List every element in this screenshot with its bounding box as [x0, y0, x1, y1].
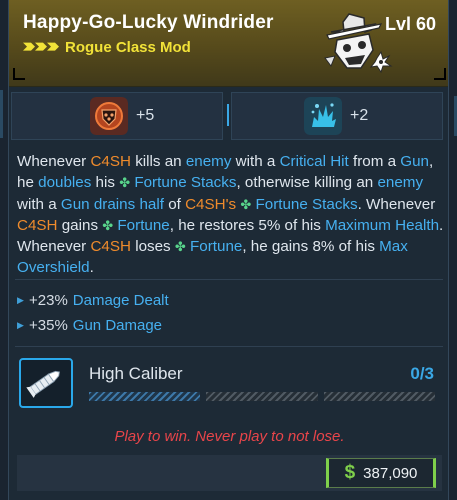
bonus-value: +23% — [29, 292, 68, 309]
item-name: Happy-Go-Lucky Windrider — [23, 12, 274, 33]
desc-keyword-fortune: Fortune — [117, 216, 170, 234]
divider — [15, 279, 443, 280]
desc-keyword-c4sh: C4SH — [90, 153, 131, 170]
item-type: Rogue Class Mod — [65, 39, 191, 56]
item-description: Whenever C4SH kills an enemy with a Crit… — [17, 151, 445, 279]
desc-text: from a — [348, 153, 401, 170]
bonus-value: +35% — [29, 317, 68, 334]
stat-slot-2[interactable]: +2 — [231, 92, 443, 140]
bonus-name: Damage Dealt — [72, 292, 169, 309]
stat-separator — [227, 104, 229, 126]
fortune-clover-icon: ✤ — [240, 196, 252, 212]
flavor-text: Play to win. Never play to not lose. — [114, 428, 345, 445]
desc-keyword-fortune: Fortune — [190, 238, 243, 256]
header-corner-right — [434, 68, 446, 80]
desc-text: with a — [17, 195, 61, 213]
skill-point-bar — [323, 392, 435, 401]
item-header: Happy-Go-Lucky Windrider Lvl 60 Rogue Cl… — [9, 0, 448, 87]
splash-burst-icon — [304, 97, 342, 135]
skill-slot[interactable] — [19, 358, 73, 408]
desc-keyword-gun: Gun — [60, 195, 90, 213]
desc-text: his — [91, 174, 120, 192]
price-box: $ 387,090 — [326, 458, 436, 488]
skill-name: High Caliber — [89, 364, 183, 383]
desc-keyword-half: half — [139, 195, 164, 213]
desc-keyword-c4sh: C4SH — [17, 216, 58, 234]
bonus-item: ▶ +23% Damage Dealt — [17, 288, 437, 313]
bonus-list: ▶ +23% Damage Dealt ▶ +35% Gun Damage — [17, 288, 437, 338]
currency-icon: $ — [344, 462, 356, 483]
class-mod-emblem-icon — [324, 13, 393, 74]
bullet-triangle-icon: ▶ — [17, 295, 24, 305]
fortune-clover-icon: ✤ — [174, 239, 186, 255]
desc-keyword-enemy: enemy — [185, 153, 232, 170]
fortune-clover-icon: ✤ — [102, 217, 114, 233]
left-edge-accent — [0, 90, 3, 138]
divider — [15, 346, 443, 347]
desc-keyword-gun: Gun — [400, 153, 429, 170]
desc-text: . — [89, 259, 94, 277]
desc-keyword-enemy: enemy — [377, 174, 424, 192]
desc-text: , otherwise killing an — [236, 174, 378, 192]
bullet-icon — [26, 370, 60, 398]
desc-keyword-doubles: doubles — [38, 174, 92, 192]
desc-text: , he gains 8% of his — [242, 238, 380, 256]
desc-text: loses — [130, 238, 175, 256]
skill-progress — [89, 392, 435, 401]
bonus-item: ▶ +35% Gun Damage — [17, 313, 437, 338]
desc-keyword-critical-hit: Critical Hit — [279, 153, 349, 170]
desc-text: Whenever — [17, 153, 91, 170]
desc-keyword-fortune-stacks: Fortune Stacks — [255, 195, 358, 213]
skill-point-bar — [89, 392, 201, 401]
skill-point-bar — [206, 392, 318, 401]
desc-keyword-drains: drains — [93, 195, 136, 213]
stat-value-1: +5 — [136, 107, 155, 124]
desc-keyword-c4sh-possessive: C4SH's — [185, 195, 237, 213]
desc-text: of — [163, 195, 186, 213]
desc-text: , he restores 5% of his — [169, 216, 326, 234]
desc-keyword-fortune-stacks: Fortune Stacks — [134, 174, 237, 192]
header-corner-left — [13, 68, 25, 80]
fortune-clover-icon: ✤ — [119, 175, 131, 191]
desc-text: with a — [231, 153, 280, 170]
desc-keyword-maximum-health: Maximum Health — [325, 216, 440, 234]
desc-text: . Whenever — [357, 195, 436, 213]
item-card: Happy-Go-Lucky Windrider Lvl 60 Rogue Cl… — [8, 0, 449, 500]
bullet-triangle-icon: ▶ — [17, 320, 24, 330]
skill-points: 0/3 — [410, 364, 434, 383]
desc-keyword-c4sh: C4SH — [90, 238, 131, 256]
price-amount: 387,090 — [363, 464, 418, 482]
price-bar: $ 387,090 — [17, 455, 442, 491]
desc-text: gains — [57, 216, 103, 234]
crest-shield-icon — [90, 97, 128, 135]
stat-row: +5 +2 — [9, 86, 448, 142]
stat-value-2: +2 — [350, 107, 369, 124]
rarity-chevrons-icon — [23, 42, 59, 51]
bonus-name: Gun Damage — [72, 317, 163, 334]
desc-text: kills an — [130, 153, 186, 170]
stat-slot-1[interactable]: +5 — [11, 92, 223, 140]
